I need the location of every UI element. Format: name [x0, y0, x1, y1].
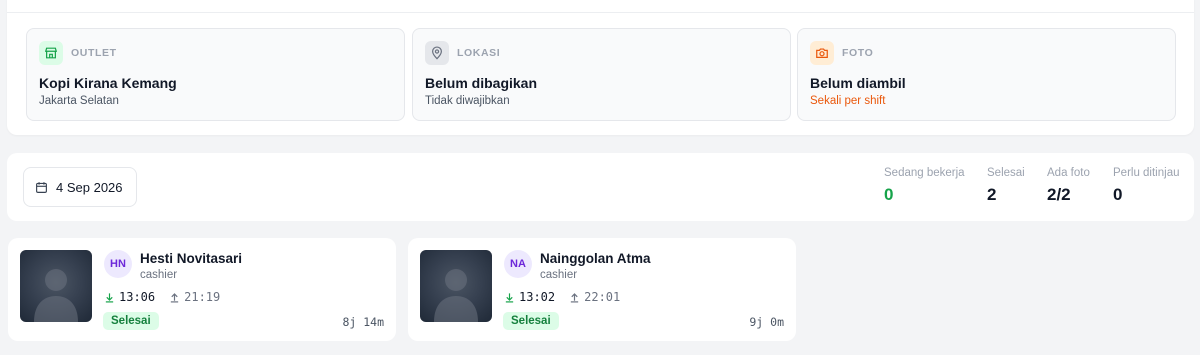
date-picker-button[interactable]: 4 Sep 2026 [23, 167, 137, 207]
stat-done: Selesai 2 [987, 167, 1025, 205]
shift-times: 13:06 21:19 [104, 290, 220, 304]
employee-role: cashier [140, 269, 178, 281]
clock-in-time: 13:02 [519, 290, 556, 304]
stat-done-label: Selesai [987, 167, 1025, 179]
location-label: LOKASI [457, 47, 501, 59]
employee-name: Nainggolan Atma [540, 251, 651, 266]
employee-name: Hesti Novitasari [140, 251, 243, 266]
photo-card: FOTO Belum diambil Sekali per shift [797, 28, 1176, 121]
attendance-card[interactable]: HN Hesti Novitasari cashier 13:06 21:19 … [8, 238, 396, 341]
clock-in-icon [504, 292, 515, 303]
stat-working: Sedang bekerja 0 [884, 167, 965, 205]
avatar: HN [104, 250, 132, 278]
outlet-label: OUTLET [71, 47, 117, 59]
outlet-card: OUTLET Kopi Kirana Kemang Jakarta Selata… [26, 28, 405, 121]
stat-review-value: 0 [1113, 185, 1123, 204]
status-badge: Selesai [103, 312, 159, 330]
clock-in-time: 13:06 [119, 290, 156, 304]
photo-status: Belum diambil [810, 75, 906, 91]
stat-review: Perlu ditinjau 0 [1113, 167, 1179, 205]
camera-icon [810, 41, 834, 65]
person-silhouette-icon [34, 269, 78, 322]
clock-out-time: 22:01 [584, 290, 621, 304]
attendance-card[interactable]: NA Nainggolan Atma cashier 13:02 22:01 S… [408, 238, 796, 341]
selected-date: 4 Sep 2026 [56, 179, 123, 195]
calendar-icon [35, 181, 48, 194]
divider [7, 12, 1194, 13]
stat-photo-value: 2/2 [1047, 185, 1071, 204]
stat-done-value: 2 [987, 185, 997, 204]
store-icon [39, 41, 63, 65]
location-requirement: Tidak diwajibkan [425, 95, 510, 107]
outlet-city: Jakarta Selatan [39, 95, 119, 107]
shift-duration: 8j 14m [342, 315, 384, 329]
location-status: Belum dibagikan [425, 75, 538, 91]
location-card: LOKASI Belum dibagikan Tidak diwajibkan [412, 28, 791, 121]
photo-frequency: Sekali per shift [810, 95, 886, 107]
attendance-photo[interactable] [20, 250, 92, 322]
clock-out-time: 21:19 [184, 290, 221, 304]
shift-duration: 9j 0m [749, 315, 784, 329]
stat-working-label: Sedang bekerja [884, 167, 965, 179]
stat-photo: Ada foto 2/2 [1047, 167, 1090, 205]
clock-out-icon [169, 292, 180, 303]
stat-photo-label: Ada foto [1047, 167, 1090, 179]
stat-review-label: Perlu ditinjau [1113, 167, 1180, 179]
person-silhouette-icon [434, 269, 478, 322]
outlet-name: Kopi Kirana Kemang [39, 75, 177, 91]
map-pin-icon [425, 41, 449, 65]
clock-out-icon [569, 292, 580, 303]
stat-working-value: 0 [884, 185, 894, 204]
summary-bar: 4 Sep 2026 Sedang bekerja 0 Selesai 2 Ad… [7, 153, 1194, 221]
status-badge: Selesai [503, 312, 559, 330]
shift-times: 13:02 22:01 [504, 290, 620, 304]
clock-in-icon [104, 292, 115, 303]
attendance-photo[interactable] [420, 250, 492, 322]
photo-label: FOTO [842, 47, 874, 59]
avatar: NA [504, 250, 532, 278]
employee-role: cashier [540, 269, 578, 281]
